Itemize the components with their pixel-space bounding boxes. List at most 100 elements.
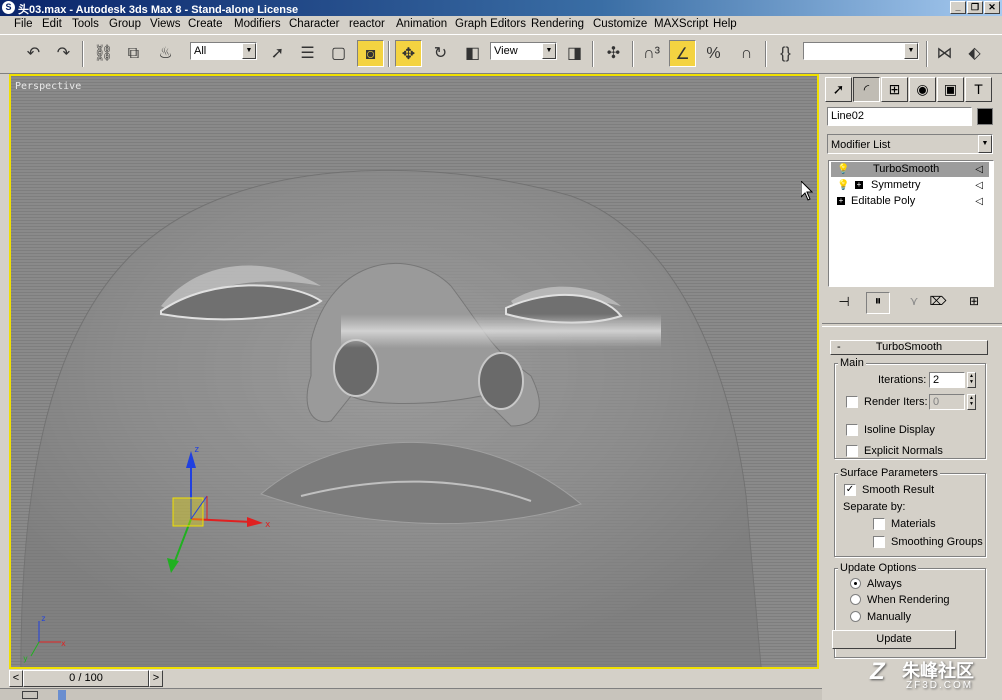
expand-plus-icon[interactable]: + (837, 197, 845, 205)
object-name-field[interactable]: Line02 (827, 107, 972, 126)
menu-group[interactable]: Group (109, 18, 141, 30)
menu-views[interactable]: Views (150, 18, 180, 30)
select-and-rotate-icon[interactable]: ↻ (427, 40, 454, 67)
track-bar[interactable] (0, 688, 822, 700)
menu-help[interactable]: Help (713, 18, 737, 30)
menu-character[interactable]: Character (289, 18, 340, 30)
show-end-result-icon[interactable]: ◁ (975, 162, 983, 177)
render-iters-checkbox[interactable] (846, 396, 858, 408)
menu-rendering[interactable]: Rendering (531, 18, 584, 30)
chevron-down-icon[interactable]: ▼ (904, 43, 918, 59)
show-end-result-icon[interactable]: ◁ (975, 178, 983, 193)
menu-customize[interactable]: Customize (593, 18, 647, 30)
align-icon[interactable]: ⬖ (961, 40, 988, 67)
stack-item-label: Editable Poly (851, 195, 916, 207)
maximize-button[interactable]: ❐ (967, 1, 983, 14)
select-and-link-icon[interactable]: ⛓ (90, 40, 117, 67)
select-by-name-icon[interactable]: ☰ (294, 40, 321, 67)
select-and-manipulate-icon[interactable]: ✣ (600, 40, 627, 67)
time-prev-button[interactable]: < (9, 670, 23, 687)
lightbulb-icon[interactable]: 💡 (837, 178, 849, 193)
world-y-label: y (23, 654, 28, 663)
menu-tools[interactable]: Tools (72, 18, 99, 30)
explicit-normals-checkbox[interactable] (846, 445, 858, 457)
turbosmooth-rollout-header[interactable]: - TurboSmooth (830, 340, 988, 355)
motion-tab-icon[interactable]: ◉ (909, 77, 936, 102)
smooth-result-checkbox[interactable]: ✓ (844, 484, 856, 496)
smoothing-groups-checkbox[interactable] (873, 536, 885, 548)
render-iters-field[interactable]: 0 (929, 394, 965, 410)
edit-named-selection-icon[interactable]: {} (772, 40, 799, 67)
show-end-result-toggle-icon[interactable]: ⏸ (866, 292, 890, 314)
hierarchy-tab-icon[interactable]: ⊞ (881, 77, 908, 102)
stack-item-editable-poly[interactable]: + Editable Poly ◁ (831, 194, 989, 209)
create-tab-icon[interactable]: ➚ (825, 77, 852, 102)
rectangular-selection-region-icon[interactable]: ▢ (325, 40, 352, 67)
use-pivot-point-center-icon[interactable]: ◨ (561, 40, 588, 67)
materials-checkbox[interactable] (873, 518, 885, 530)
object-color-swatch[interactable] (977, 108, 993, 125)
viewport-canvas[interactable]: z x x z y (11, 76, 817, 667)
when-rendering-radio[interactable] (850, 594, 861, 605)
snaps-toggle-icon[interactable]: ∩³ (638, 40, 665, 67)
chevron-down-icon[interactable]: ▼ (978, 135, 992, 153)
bind-to-space-warp-icon[interactable]: ♨ (152, 40, 179, 67)
select-and-move-icon[interactable]: ✥ (395, 40, 422, 67)
viewport-label[interactable]: Perspective (15, 81, 81, 92)
chevron-down-icon[interactable]: ▼ (542, 43, 556, 59)
menu-file[interactable]: File (14, 18, 33, 30)
smooth-result-label: Smooth Result (862, 484, 935, 496)
named-selection-sets-dropdown[interactable]: ▼ (803, 42, 919, 60)
mini-curve-editor-icon[interactable] (22, 691, 38, 699)
unlink-selection-icon[interactable]: ⧉ (120, 40, 147, 67)
manually-radio[interactable] (850, 611, 861, 622)
menu-reactor[interactable]: reactor (349, 18, 385, 30)
stack-item-turbosmooth[interactable]: 💡 TurboSmooth ◁ (831, 162, 989, 177)
spinner-snap-toggle-icon[interactable]: ∩ (733, 40, 760, 67)
lightbulb-icon[interactable]: 💡 (837, 162, 849, 177)
reference-coordinate-dropdown[interactable]: View ▼ (490, 42, 557, 60)
modify-tab-icon[interactable]: ◜ (853, 77, 880, 102)
modifier-stack-list[interactable]: 💡 TurboSmooth ◁ 💡 + Symmetry ◁ + Editabl… (828, 160, 994, 287)
modifier-list-dropdown[interactable]: Modifier List ▼ (827, 134, 993, 154)
window-crossing-icon[interactable]: ◙ (357, 40, 384, 67)
minimize-button[interactable]: _ (950, 1, 966, 14)
reference-coordinate-value: View (494, 45, 518, 57)
undo-icon[interactable]: ↶ (20, 40, 47, 67)
configure-modifier-sets-icon[interactable]: ⊞ (962, 294, 986, 314)
show-end-result-icon[interactable]: ◁ (975, 194, 983, 209)
menu-maxscript[interactable]: MAXScript (654, 18, 708, 30)
chevron-down-icon[interactable]: ▼ (242, 43, 256, 59)
angle-snap-toggle-icon[interactable]: ∠ (669, 40, 696, 67)
percent-snap-toggle-icon[interactable]: % (700, 40, 727, 67)
app-logo-icon[interactable]: S (2, 1, 15, 14)
select-object-icon[interactable]: ➚ (264, 40, 291, 67)
menu-create[interactable]: Create (188, 18, 223, 30)
make-unique-icon[interactable]: ⋎ (904, 294, 924, 314)
iterations-spinner[interactable]: ▲ ▼ (967, 372, 976, 388)
update-button[interactable]: Update (832, 630, 956, 649)
stack-item-symmetry[interactable]: 💡 + Symmetry ◁ (831, 178, 989, 193)
utilities-tab-icon[interactable]: T (965, 77, 992, 102)
selection-filter-dropdown[interactable]: All ▼ (190, 42, 257, 60)
render-iters-spinner[interactable]: ▲ ▼ (967, 394, 976, 410)
remove-modifier-icon[interactable]: ⌦ (928, 294, 948, 314)
always-radio[interactable] (850, 578, 861, 589)
menu-modifiers[interactable]: Modifiers (234, 18, 281, 30)
menu-graph-editors[interactable]: Graph Editors (455, 18, 526, 30)
mirror-icon[interactable]: ⋈ (931, 40, 958, 67)
expand-plus-icon[interactable]: + (855, 181, 863, 189)
close-button[interactable]: ✕ (984, 1, 1000, 14)
pin-stack-icon[interactable]: ⊣ (832, 294, 856, 314)
perspective-viewport[interactable]: z x x z y Perspective (9, 74, 819, 669)
redo-icon[interactable]: ↷ (50, 40, 77, 67)
select-and-scale-icon[interactable]: ◧ (459, 40, 486, 67)
time-next-button[interactable]: > (149, 670, 163, 687)
iterations-field[interactable]: 2 (929, 372, 965, 388)
display-tab-icon[interactable]: ▣ (937, 77, 964, 102)
isoline-display-checkbox[interactable] (846, 424, 858, 436)
menu-edit[interactable]: Edit (42, 18, 62, 30)
time-slider-thumb[interactable]: 0 / 100 (23, 670, 149, 687)
menu-animation[interactable]: Animation (396, 18, 447, 30)
time-slider[interactable]: < 0 / 100 > (9, 670, 819, 688)
